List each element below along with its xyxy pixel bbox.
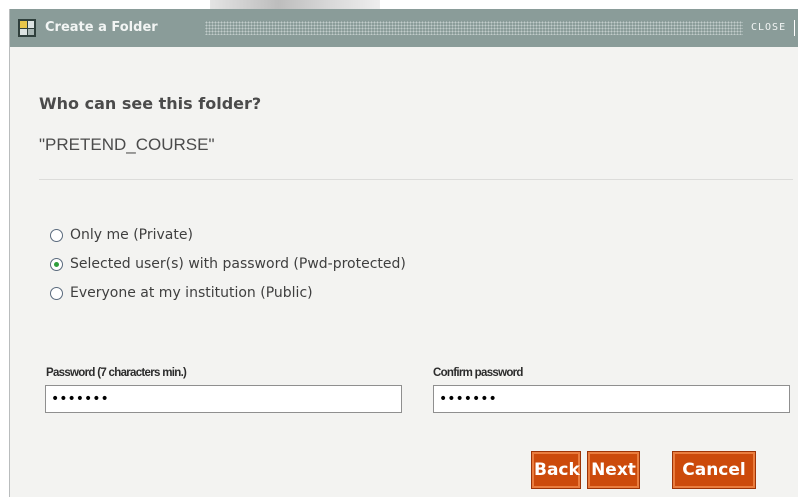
option-pwd-protected-label[interactable]: Selected user(s) with password (Pwd-prot… bbox=[70, 254, 406, 274]
password-field[interactable] bbox=[45, 385, 402, 413]
visibility-heading: Who can see this folder? bbox=[39, 94, 262, 113]
confirm-password-field[interactable] bbox=[433, 385, 790, 413]
folder-grid-icon bbox=[18, 19, 36, 37]
create-folder-dialog: Create a Folder CLOSE Who can see this f… bbox=[9, 9, 798, 497]
close-button[interactable]: CLOSE bbox=[751, 22, 786, 34]
back-button[interactable]: Back bbox=[532, 452, 580, 488]
password-label: Password (7 characters min.) bbox=[46, 367, 187, 379]
option-public-label[interactable]: Everyone at my institution (Public) bbox=[70, 283, 313, 303]
dialog-title: Create a Folder bbox=[45, 20, 158, 35]
radio-selected-dot bbox=[54, 262, 59, 267]
divider bbox=[39, 179, 793, 180]
close-separator bbox=[794, 20, 795, 36]
background-strip bbox=[0, 0, 798, 9]
titlebar-dotted-pattern bbox=[205, 21, 743, 35]
dialog-titlebar[interactable]: Create a Folder CLOSE bbox=[10, 9, 798, 47]
folder-name: "PRETEND_COURSE" bbox=[39, 135, 215, 154]
radio-private[interactable] bbox=[50, 229, 63, 242]
next-button[interactable]: Next bbox=[588, 452, 639, 488]
radio-pwd-protected[interactable] bbox=[50, 258, 63, 271]
background-photo bbox=[210, 0, 380, 9]
cancel-button[interactable]: Cancel bbox=[673, 452, 755, 488]
option-private-label[interactable]: Only me (Private) bbox=[70, 225, 193, 245]
radio-public[interactable] bbox=[50, 287, 63, 300]
page: Create a Folder CLOSE Who can see this f… bbox=[0, 0, 798, 497]
confirm-password-label: Confirm password bbox=[433, 367, 523, 379]
